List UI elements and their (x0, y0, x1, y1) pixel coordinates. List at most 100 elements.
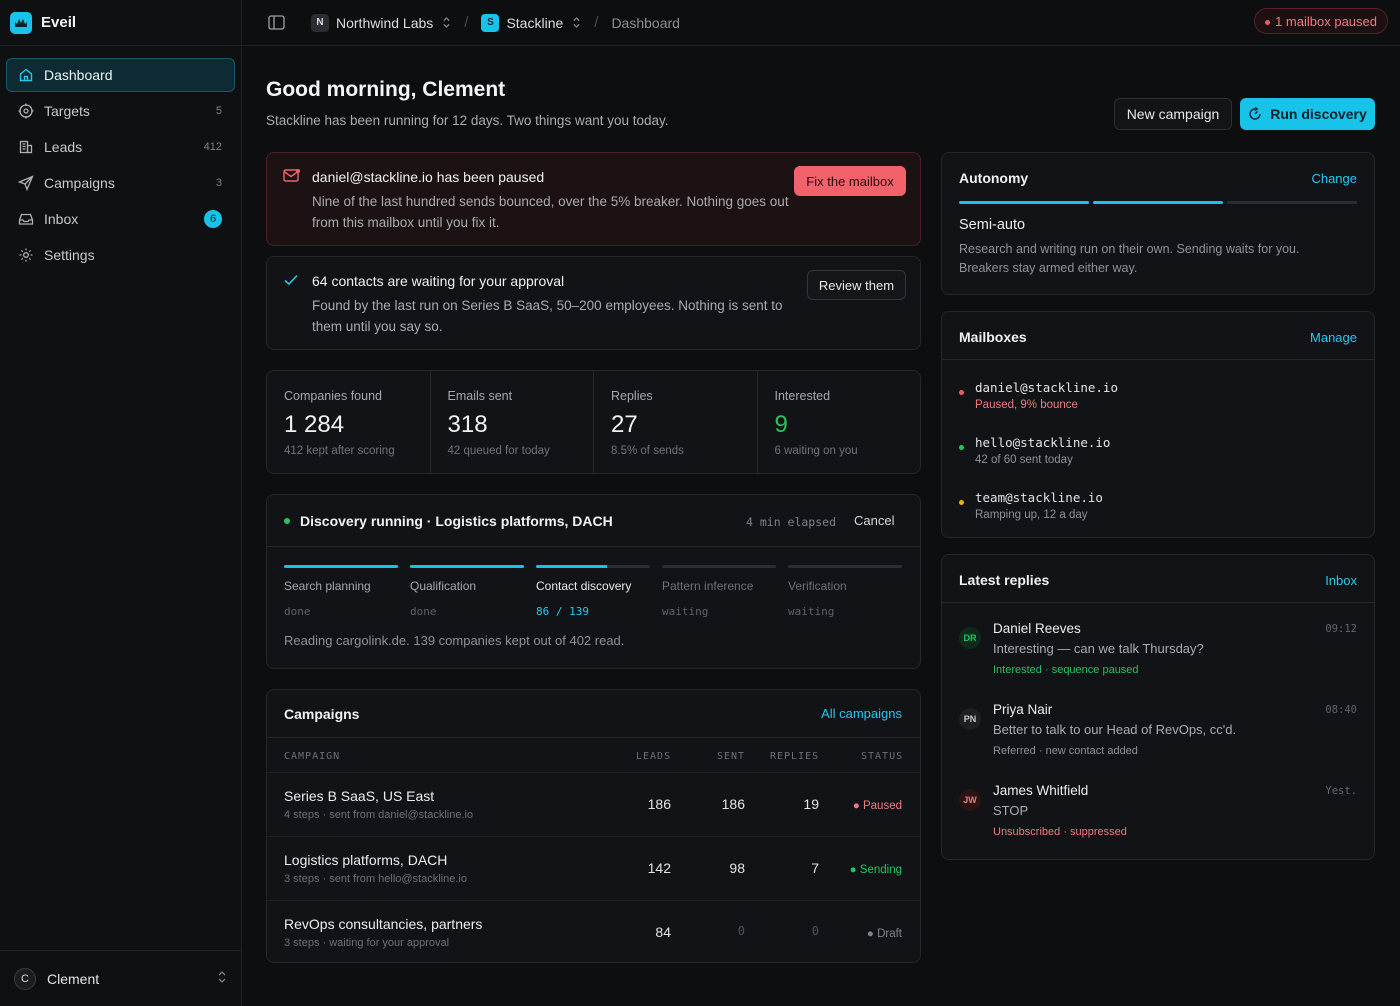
sidebar-item-leads[interactable]: Leads 412 (6, 130, 235, 164)
sidebar-item-inbox[interactable]: Inbox 6 (6, 202, 235, 236)
all-campaigns-link[interactable]: All campaigns (821, 706, 902, 721)
user-menu[interactable]: C Clement (0, 950, 241, 1006)
stat-label: Replies (611, 389, 653, 403)
org-chip: N (311, 13, 329, 32)
mailbox-address: daniel@stackline.io (975, 380, 1118, 395)
workspace-chip: S (481, 13, 500, 32)
autonomy-level-segment (1093, 201, 1223, 204)
run-discovery-button[interactable]: Run discovery (1240, 98, 1375, 130)
reply-time: Yest. (1325, 785, 1357, 797)
refresh-icon (1248, 107, 1262, 121)
discovery-header: Discovery running · Logistics platforms,… (267, 495, 920, 547)
latest-replies-card: Latest replies Inbox DR Daniel Reeves 09:1… (941, 554, 1375, 860)
column-header-status: STATUS (861, 751, 904, 762)
campaign-name: Series B SaaS, US East (284, 788, 435, 804)
stat-value: 318 (447, 411, 488, 438)
mailbox-status: Ramping up, 12 a day (975, 509, 1088, 521)
reply-item[interactable]: PN Priya Nair 08:40 Better to talk to our H… (942, 702, 1374, 782)
mailboxes-card: Mailboxes Manage daniel@stackline.io Paus… (941, 311, 1375, 538)
column-header-sent: SENT (717, 751, 746, 762)
user-name: Clement (47, 970, 100, 987)
mailbox-status-dot (959, 445, 964, 450)
sidebar-item-targets[interactable]: Targets 5 (6, 94, 235, 128)
table-row[interactable]: Series B SaaS, US East 4 steps · sent fro… (267, 772, 920, 836)
column-header-replies: REPLIES (770, 751, 820, 762)
mailbox-paused-alert: daniel@stackline.io has been paused Nine… (266, 152, 921, 246)
campaigns-title: Campaigns (284, 706, 360, 722)
sidebar-item-count: 5 (215, 105, 222, 117)
stats-row: Companies found 1 284 412 kept after sco… (266, 370, 921, 474)
breadcrumb-org[interactable]: N Northwind Labs (311, 13, 451, 32)
autonomy-level-segment (959, 201, 1089, 204)
table-row[interactable]: Logistics platforms, DACH 3 steps · sent … (267, 836, 920, 900)
step-progress-bar (284, 565, 398, 568)
sidebar-item-label: Inbox (44, 211, 79, 227)
step-progress-bar (536, 565, 650, 568)
org-name: Northwind Labs (336, 14, 434, 31)
breadcrumb-page: Dashboard (611, 14, 680, 31)
topbar: N Northwind Labs / S Stackline / Dashboa… (242, 0, 1400, 46)
mailbox-status: Paused, 9% bounce (975, 399, 1078, 411)
target-icon (17, 102, 35, 120)
alert-title: 64 contacts are waiting for your approva… (312, 273, 565, 289)
autonomy-title: Autonomy (959, 170, 1029, 186)
stat-sub: 8.5% of sends (611, 445, 684, 457)
step-state: waiting (662, 605, 709, 618)
change-autonomy-link[interactable]: Change (1311, 171, 1357, 186)
campaign-sent: 98 (729, 860, 745, 876)
page-title: Good morning, Clement (266, 78, 506, 101)
campaign-leads: 186 (647, 796, 671, 812)
sidebar-item-dashboard[interactable]: Dashboard (6, 58, 235, 92)
new-campaign-button[interactable]: New campaign (1114, 98, 1232, 130)
manage-mailboxes-link[interactable]: Manage (1310, 330, 1357, 345)
reply-item[interactable]: DR Daniel Reeves 09:12 Interesting — can we… (942, 621, 1374, 701)
stat-sub: 412 kept after scoring (284, 445, 395, 457)
campaign-sent: 0 (737, 924, 745, 938)
campaign-leads: 84 (655, 924, 671, 940)
campaign-replies: 0 (811, 924, 819, 938)
inbox-icon (17, 210, 35, 228)
avatar: JW (959, 789, 981, 811)
mailbox-address: team@stackline.io (975, 490, 1103, 505)
sidebar-toggle-icon[interactable] (268, 15, 285, 30)
page-subtitle: Stackline has been running for 12 days. … (266, 113, 669, 128)
inbox-link[interactable]: Inbox (1325, 573, 1357, 588)
cancel-discovery-button[interactable]: Cancel (854, 513, 894, 528)
campaign-sub: 3 steps · waiting for your approval (284, 937, 450, 949)
status-badge: ● Sending (849, 864, 902, 876)
table-row[interactable]: RevOps consultancies, partners 3 steps · … (267, 900, 920, 964)
step-state: done (410, 605, 437, 618)
step-state: waiting (788, 605, 835, 618)
autonomy-mode: Semi-auto (959, 217, 1026, 233)
campaign-name: Logistics platforms, DACH (284, 852, 448, 868)
alert-body: Found by the last run on Series B SaaS, … (312, 298, 783, 334)
step-name: Search planning (284, 579, 371, 593)
mailbox-status-dot (959, 390, 964, 395)
fix-mailbox-button[interactable]: Fix the mailbox (794, 166, 906, 196)
reply-message: Better to talk to our Head of RevOps, cc… (993, 722, 1237, 737)
stat-emails-sent: Emails sent 318 42 queued for today (431, 371, 594, 473)
campaign-sent: 186 (721, 796, 745, 812)
sidebar-item-campaigns[interactable]: Campaigns 3 (6, 166, 235, 200)
reply-sender: Priya Nair (993, 702, 1053, 717)
run-discovery-label: Run discovery (1270, 106, 1367, 122)
workspace-name: Stackline (506, 14, 564, 31)
app-name: Eveil (41, 14, 77, 31)
campaign-replies: 19 (803, 796, 819, 812)
review-contacts-button[interactable]: Review them (807, 270, 906, 300)
discovery-title: Discovery running · Logistics platforms,… (300, 513, 613, 529)
step-progress-fill (284, 565, 398, 568)
sidebar-nav: Dashboard Targets 5 Leads 412 Campaigns … (0, 46, 241, 286)
mailbox-paused-pill[interactable]: 1 mailbox paused (1254, 8, 1388, 34)
discovery-step: Search planning done (284, 565, 398, 618)
brand[interactable]: Eveil (0, 0, 241, 46)
step-state: 86 / 139 (536, 605, 589, 618)
sidebar-item-label: Leads (44, 139, 83, 155)
status-badge: ● Paused (852, 800, 902, 812)
reply-message: Interesting — can we talk Thursday? (993, 641, 1204, 656)
breadcrumb-workspace[interactable]: S Stackline (481, 13, 581, 32)
sidebar-item-settings[interactable]: Settings (6, 238, 235, 272)
reply-item[interactable]: JW James Whitfield Yest. STOP Unsubscribed ·… (942, 783, 1374, 863)
stat-value: 9 (774, 411, 788, 438)
autonomy-card: Autonomy Change Semi-auto Research and w… (941, 152, 1375, 295)
